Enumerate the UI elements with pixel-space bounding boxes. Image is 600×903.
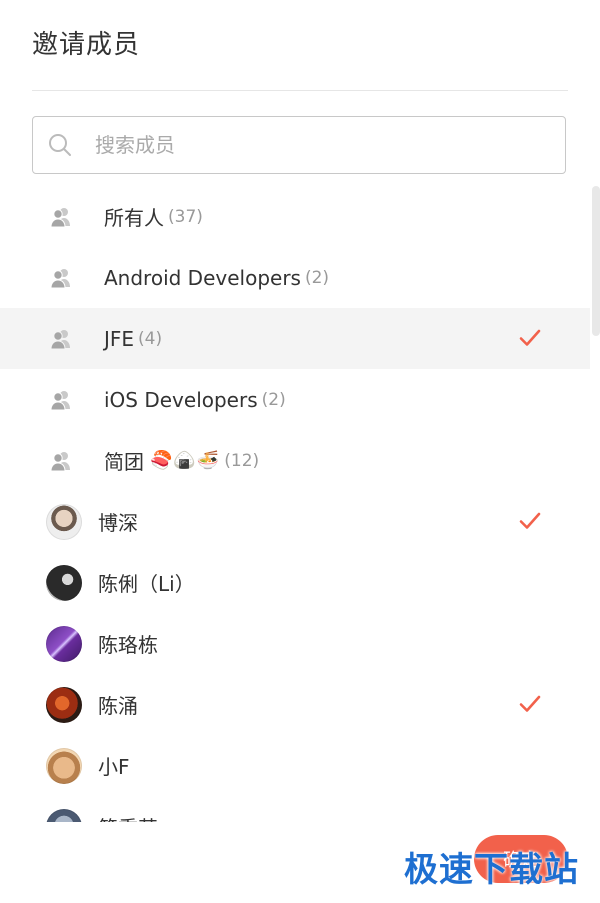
scrollbar[interactable] [592, 186, 600, 336]
group-emoji: 🍣🍙🍜 [150, 450, 221, 471]
group-icon [50, 329, 70, 349]
member-name: 简重英 [98, 812, 158, 822]
check-icon [519, 695, 541, 712]
group-count: (12) [224, 450, 260, 471]
member-item-xiaof[interactable]: 小F [0, 735, 590, 796]
group-item-everyone[interactable]: 所有人 (37) [0, 186, 590, 247]
group-name: JFE [104, 326, 135, 351]
search-box[interactable] [32, 116, 566, 174]
avatar [46, 747, 82, 784]
avatar [46, 503, 82, 540]
dialog-title: 邀请成员 [32, 30, 141, 60]
member-list[interactable]: 所有人 (37) Android Developers (2) JFE (4) … [0, 186, 590, 822]
group-item-jiantuan[interactable]: 简团 🍣🍙🍜 (12) [0, 430, 590, 491]
group-count: (2) [261, 389, 286, 410]
member-name: 博深 [98, 511, 138, 535]
check-icon [519, 329, 541, 346]
check-icon [519, 512, 541, 529]
member-name: 陈涌 [98, 694, 138, 718]
search-icon [49, 134, 71, 156]
group-name: 简团 [104, 450, 144, 474]
group-item-ios-developers[interactable]: iOS Developers (2) [0, 369, 590, 430]
group-count: (37) [168, 206, 203, 227]
group-count: (2) [304, 267, 330, 288]
group-name: iOS Developers [104, 387, 258, 412]
group-icon [50, 268, 70, 288]
group-name: 所有人 [104, 206, 164, 230]
member-name: 陈俐（Li） [98, 572, 195, 596]
divider [32, 90, 568, 91]
group-item-jfe[interactable]: JFE (4) [0, 308, 590, 369]
avatar [46, 564, 82, 601]
group-icon [50, 390, 70, 410]
member-item-chenyong[interactable]: 陈涌 [0, 674, 590, 735]
group-icon [50, 451, 70, 471]
group-count: (4) [138, 328, 163, 349]
member-item-chenluodong[interactable]: 陈珞栋 [0, 613, 590, 674]
member-item-boshen[interactable]: 博深 [0, 491, 590, 552]
group-item-android-developers[interactable]: Android Developers (2) [0, 247, 590, 308]
member-item-jianzhongying[interactable]: 简重英 [0, 796, 590, 822]
member-item-chenli[interactable]: 陈俐（Li） [0, 552, 590, 613]
watermark-logo: 极速下载站 [404, 850, 579, 890]
group-name: Android Developers [104, 265, 301, 290]
member-name: 陈珞栋 [98, 633, 158, 657]
avatar [46, 625, 82, 662]
group-icon [50, 207, 70, 227]
member-name: 小F [98, 755, 130, 779]
search-input[interactable] [93, 132, 517, 158]
avatar [46, 686, 82, 723]
avatar [46, 808, 82, 822]
